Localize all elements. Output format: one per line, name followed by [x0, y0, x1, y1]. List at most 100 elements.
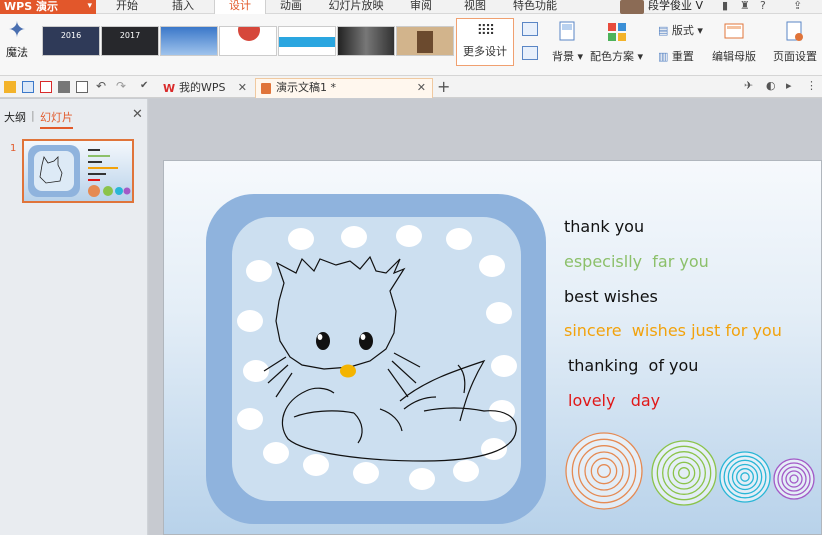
cat-eye-highlight	[317, 334, 323, 340]
slide-canvas[interactable]: thank you especislly far you best wishes…	[163, 160, 822, 535]
template-thumb-2[interactable]: 2017	[101, 26, 159, 56]
slide-editor: thank you especislly far you best wishes…	[149, 99, 822, 535]
slide-text-line-4[interactable]: sincere wishes just for you	[564, 321, 782, 340]
magic-button[interactable]: ✦ 魔法	[2, 18, 32, 68]
undo-icon[interactable]: ↶	[96, 80, 108, 93]
add-tab-icon[interactable]: +	[437, 77, 450, 96]
template-thumb-1[interactable]: 2016	[42, 26, 100, 56]
customize-icon[interactable]: ✔	[140, 81, 152, 93]
chevron-down-icon: ▾	[574, 50, 584, 63]
slide-size-icon[interactable]	[522, 22, 538, 36]
skin-icon[interactable]: ▮	[722, 0, 728, 12]
tab-insert[interactable]: 插入	[160, 0, 206, 14]
grid-icon: ⠿⠿	[476, 23, 496, 39]
template-thumb-5[interactable]	[278, 26, 336, 56]
template-label: 2016	[60, 31, 82, 40]
template-label: 2017	[119, 31, 141, 40]
redo-icon[interactable]: ↷	[116, 80, 128, 93]
template-thumb-4[interactable]	[219, 26, 277, 56]
doc-tab-presentation[interactable]: 演示文稿1 * ✕	[255, 78, 433, 98]
ribbon: ✦ 魔法 2016 2017 ⠿⠿ 更多设计 背景 ▾ 配色方案 ▾ ▤ 版式 …	[0, 14, 822, 76]
user-name[interactable]: 段学俊业 V	[648, 0, 703, 12]
circle-group-3	[719, 451, 771, 503]
tab-slides[interactable]: 幻灯片	[40, 109, 73, 129]
forward-icon[interactable]: ▸	[786, 80, 798, 93]
pdf-icon[interactable]	[40, 81, 52, 93]
edit-master-label: 编辑母版	[712, 50, 756, 63]
menu-bar: WPS 演示 ▾ 开始 插入 设计 动画 幻灯片放映 审阅 视图 特色功能 段学…	[0, 0, 822, 14]
open-folder-icon[interactable]	[4, 81, 16, 93]
layout-button[interactable]: ▤ 版式 ▾	[658, 22, 703, 38]
tab-separator: |	[31, 109, 35, 122]
doc-tab-label: 演示文稿1 *	[276, 81, 336, 94]
template-thumb-7[interactable]	[396, 26, 454, 56]
slide-text-line-3[interactable]: best wishes	[564, 287, 658, 306]
print-preview-icon[interactable]	[76, 81, 88, 93]
template-thumb-3[interactable]	[160, 26, 218, 56]
circle-group-2	[651, 440, 717, 506]
magic-label: 魔法	[6, 46, 28, 59]
more-icon[interactable]: ⋮	[806, 80, 818, 93]
background-label: 背景	[552, 50, 574, 63]
layout-icon: ▤	[658, 24, 669, 37]
slide-artwork	[206, 194, 815, 524]
more-design-button[interactable]: ⠿⠿ 更多设计	[456, 18, 514, 66]
slide-text-line-6[interactable]: lovely day	[568, 391, 660, 410]
tab-slideshow[interactable]: 幻灯片放映	[322, 0, 390, 14]
slide-thumbnail[interactable]	[22, 139, 134, 203]
help-icon[interactable]: ?	[760, 0, 766, 12]
chevron-down-icon: ▾	[693, 24, 703, 37]
color-scheme-icon	[607, 23, 626, 41]
background-icon	[559, 21, 575, 41]
pin-icon[interactable]: ✈	[744, 80, 756, 93]
close-icon[interactable]: ✕	[417, 79, 426, 97]
doc-tab-mywps[interactable]: W 我的WPS ✕	[158, 78, 254, 98]
tab-home[interactable]: 开始	[104, 0, 150, 14]
template-thumb-6[interactable]	[337, 26, 395, 56]
tab-outline[interactable]: 大纲	[4, 109, 26, 125]
page-setup-button[interactable]: 页面设置	[773, 18, 817, 64]
page-setup-label: 页面设置	[773, 50, 817, 63]
template-decoration	[417, 31, 433, 53]
slide-thumbnail-preview	[28, 145, 131, 197]
circle-group-1	[565, 432, 643, 510]
slide-number: 1	[10, 143, 17, 154]
concentric-circles	[565, 432, 815, 510]
back-icon[interactable]: ◐	[766, 80, 778, 93]
tab-design[interactable]: 设计	[214, 0, 266, 14]
app-menu-button[interactable]: WPS 演示 ▾	[0, 0, 96, 14]
reset-label: 重置	[671, 50, 694, 63]
close-icon[interactable]: ✕	[132, 107, 143, 122]
presentation-doc-icon	[261, 83, 271, 94]
doc-tab-label: 我的WPS	[179, 81, 226, 94]
page-setup-icon	[786, 21, 803, 41]
edit-master-button[interactable]: 编辑母版	[712, 18, 756, 64]
save-icon[interactable]	[22, 81, 34, 93]
shirt-icon[interactable]: ♜	[740, 0, 750, 12]
magic-wand-icon: ✦	[7, 18, 27, 43]
upload-icon[interactable]: ⇪	[793, 0, 802, 12]
tab-special[interactable]: 特色功能	[504, 0, 566, 14]
chevron-down-icon: ▾	[634, 50, 644, 63]
reset-button[interactable]: ▥ 重置	[658, 48, 694, 64]
tab-review[interactable]: 审阅	[398, 0, 444, 14]
reset-icon: ▥	[658, 50, 669, 63]
cat-eye-right	[359, 332, 373, 350]
background-button[interactable]: 背景 ▾	[552, 18, 583, 64]
edit-master-icon	[724, 23, 744, 39]
color-scheme-button[interactable]: 配色方案 ▾	[590, 18, 643, 64]
avatar[interactable]	[620, 0, 644, 14]
tab-view[interactable]: 视图	[452, 0, 498, 14]
circle-group-4	[773, 458, 815, 500]
template-bg	[161, 27, 217, 55]
print-icon[interactable]	[58, 81, 70, 93]
slide-text-line-5[interactable]: thanking of you	[568, 356, 698, 375]
slide-panel: 大纲 | 幻灯片 ✕ 1	[0, 99, 148, 535]
slide-text-line-1[interactable]: thank you	[564, 217, 644, 236]
theme-icon[interactable]	[522, 46, 538, 60]
panel-tabs: 大纲 | 幻灯片	[0, 105, 148, 129]
tab-animation[interactable]: 动画	[268, 0, 314, 14]
template-bg	[338, 27, 394, 55]
slide-text-line-2[interactable]: especislly far you	[564, 252, 709, 271]
close-icon[interactable]: ✕	[238, 79, 247, 97]
